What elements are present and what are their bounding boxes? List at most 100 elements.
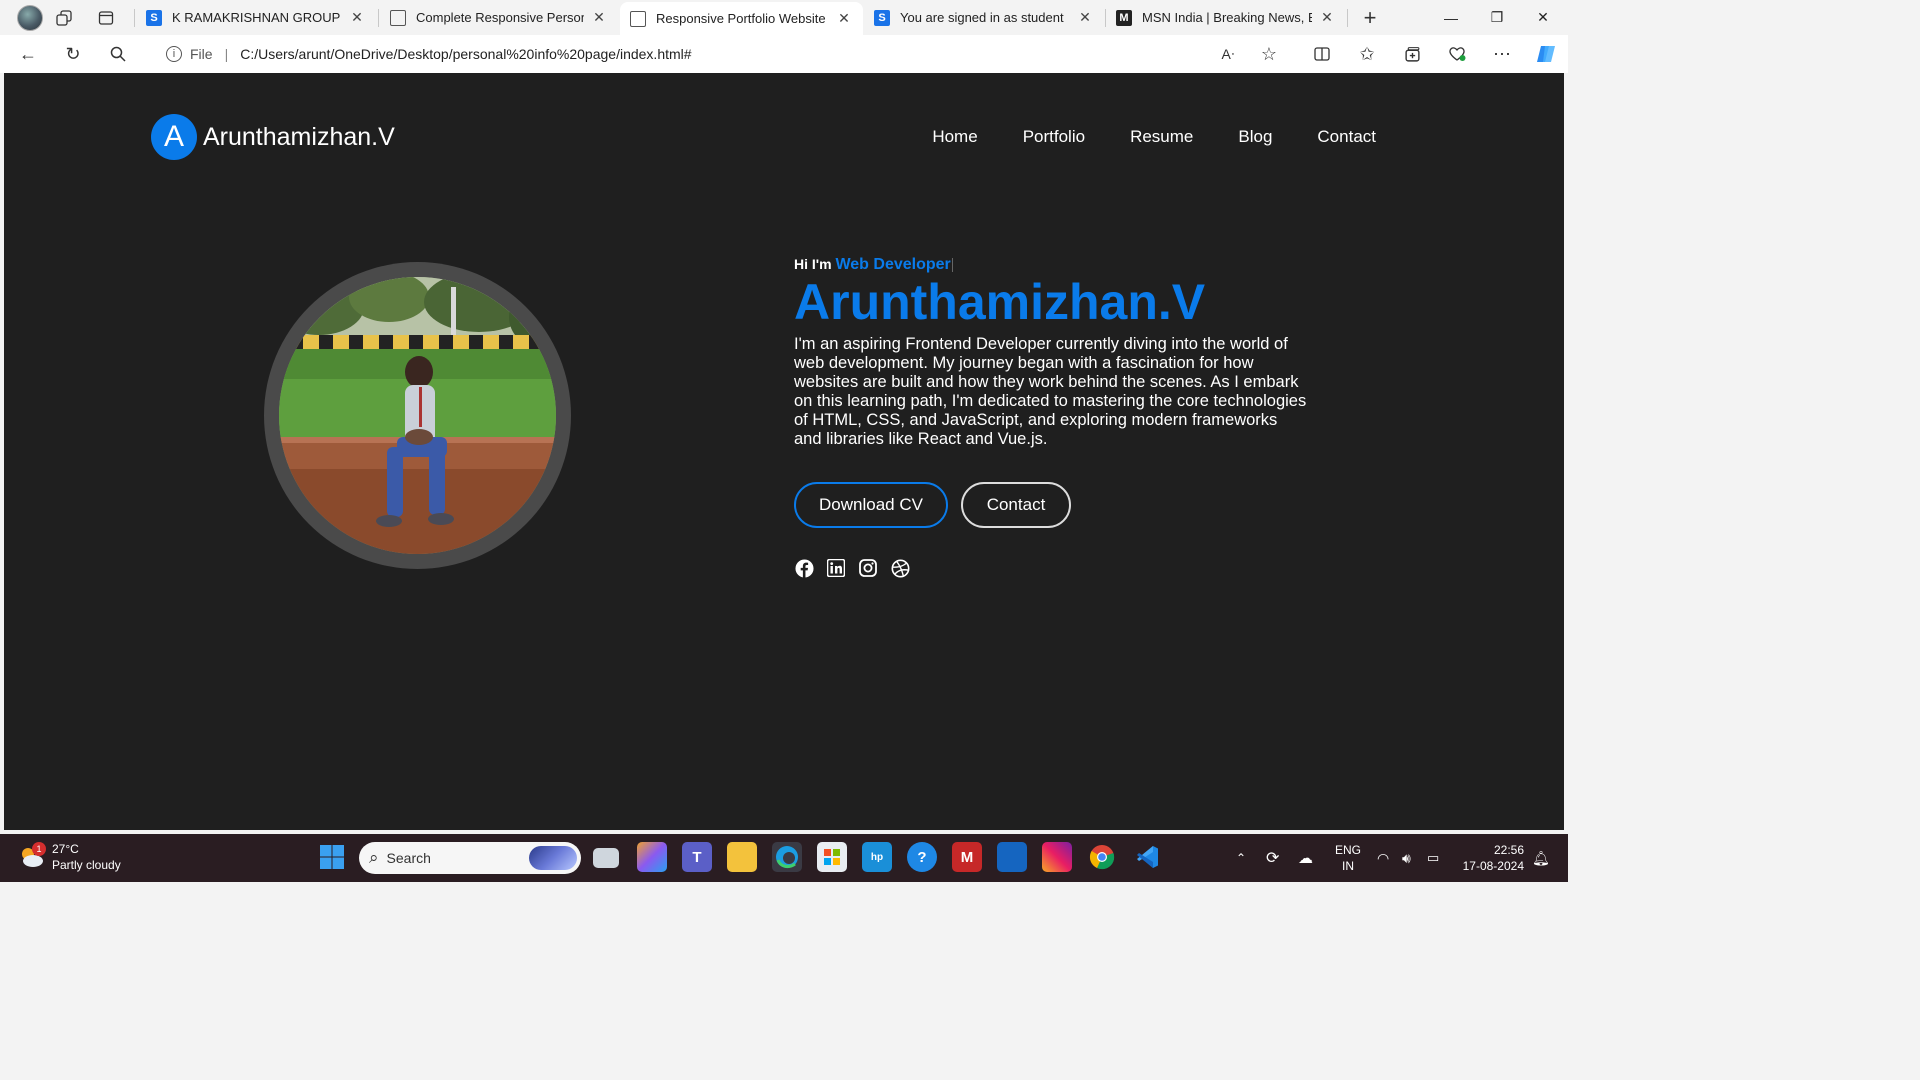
tab-portfolio-design[interactable]: Responsive Portfolio Website Design ✕ xyxy=(620,2,863,35)
address-bar[interactable]: i File | C:/Users/arunt/OneDrive/Desktop… xyxy=(148,39,1300,69)
volume-icon[interactable]: 🔊︎ xyxy=(1402,834,1411,882)
nav-blog[interactable]: Blog xyxy=(1238,127,1272,147)
system-clock[interactable]: 22:56 17-08-2024 xyxy=(1463,842,1524,874)
browser-tab-strip: S K RAMAKRISHNAN GROUP OF INSTITUTIONS ✕… xyxy=(0,0,1568,35)
greeting-text: Hi I'm xyxy=(794,256,832,272)
refresh-button[interactable]: ↻ xyxy=(59,42,87,66)
notification-app-icon[interactable] xyxy=(997,842,1027,872)
contact-button[interactable]: Contact xyxy=(961,482,1071,528)
main-nav: Home Portfolio Resume Blog Contact xyxy=(887,127,1376,147)
chrome-icon[interactable] xyxy=(1087,842,1117,872)
more-icon: ⋯ xyxy=(1493,43,1511,64)
facebook-icon[interactable] xyxy=(794,558,814,578)
typing-caret xyxy=(951,258,953,273)
settings-more-button[interactable]: ⋯ xyxy=(1488,42,1516,66)
browser-essentials-button[interactable] xyxy=(1443,42,1471,66)
notification-bell-icon[interactable]: 🔔︎ xyxy=(1532,834,1550,882)
windows-taskbar: 1 27°C Partly cloudy ⌕ Search T hp ? M ⌃… xyxy=(0,834,1568,882)
dribbble-icon[interactable] xyxy=(890,558,910,578)
close-tab-icon[interactable]: ✕ xyxy=(590,9,608,26)
close-tab-icon[interactable]: ✕ xyxy=(835,10,853,27)
tab-kr-group[interactable]: S K RAMAKRISHNAN GROUP OF INSTITUTIONS ✕ xyxy=(136,2,376,33)
tab-title: Complete Responsive Personal Portfolio xyxy=(416,10,584,25)
favorites-button[interactable]: ✩ xyxy=(1353,42,1381,66)
site-info-icon[interactable]: i xyxy=(166,46,182,62)
tab-signed-in[interactable]: S You are signed in as student ✕ xyxy=(864,2,1104,33)
s-logo-icon: S xyxy=(874,9,890,26)
vertical-tabs-button[interactable] xyxy=(84,0,128,35)
nav-resume[interactable]: Resume xyxy=(1130,127,1193,147)
chevron-up-icon: ⌃ xyxy=(1236,851,1247,865)
read-aloud-button[interactable]: Aᐧ xyxy=(1214,42,1242,66)
copilot-taskbar-icon[interactable] xyxy=(637,842,667,872)
linkedin-icon[interactable] xyxy=(826,558,846,578)
instagram-icon[interactable] xyxy=(858,558,878,578)
get-help-icon[interactable]: ? xyxy=(907,842,937,872)
mcafee-icon[interactable]: M xyxy=(952,842,982,872)
weather-alert-badge: 1 xyxy=(32,842,46,856)
search-icon: ⌕ xyxy=(369,848,379,867)
page-viewport: A Arunthamizhan.V Home Portfolio Resume … xyxy=(4,73,1564,830)
nav-contact[interactable]: Contact xyxy=(1317,127,1376,147)
sync-icon[interactable]: ⟳ xyxy=(1266,834,1279,882)
s-logo-icon: S xyxy=(146,9,162,26)
close-tab-icon[interactable]: ✕ xyxy=(1076,9,1094,26)
edge-icon[interactable] xyxy=(772,842,802,872)
weather-temperature: 27°C xyxy=(52,842,79,856)
split-screen-button[interactable] xyxy=(1308,42,1336,66)
close-tab-icon[interactable]: ✕ xyxy=(1318,9,1336,26)
split-screen-icon xyxy=(1314,47,1330,61)
start-button[interactable] xyxy=(317,842,347,872)
copilot-button[interactable] xyxy=(1532,42,1560,66)
back-button[interactable]: ← xyxy=(14,42,42,66)
file-explorer-icon[interactable] xyxy=(727,842,757,872)
battery-icon[interactable]: ▭ xyxy=(1427,834,1439,882)
hero-section: Hi I'm Web Developer Arunthamizhan.V I'm… xyxy=(794,256,1314,578)
restore-button[interactable]: ❐ xyxy=(1474,0,1520,35)
tab-msn[interactable]: M MSN India | Breaking News, Entertainme… xyxy=(1106,2,1346,33)
nav-home[interactable]: Home xyxy=(932,127,977,147)
url-scheme-label: File xyxy=(190,46,213,62)
download-cv-button[interactable]: Download CV xyxy=(794,482,948,528)
show-hidden-icons[interactable]: ⌃ xyxy=(1236,834,1246,882)
taskbar-search[interactable]: ⌕ Search xyxy=(359,842,581,874)
typed-role: Web Developer xyxy=(835,256,951,273)
clock-date: 17-08-2024 xyxy=(1462,859,1524,873)
new-tab-button[interactable]: + xyxy=(1348,0,1392,35)
tab-title: MSN India | Breaking News, Entertainment xyxy=(1142,10,1312,25)
task-view-icon[interactable] xyxy=(593,848,619,868)
teams-icon[interactable]: T xyxy=(682,842,712,872)
weather-widget[interactable]: 1 27°C Partly cloudy xyxy=(18,841,121,873)
vscode-icon[interactable] xyxy=(1132,842,1162,872)
search-icon xyxy=(110,46,126,62)
close-window-button[interactable]: ✕ xyxy=(1520,0,1566,35)
profile-avatar-icon xyxy=(17,4,43,31)
minimize-icon: — xyxy=(1444,9,1458,26)
read-aloud-icon: Aᐧ xyxy=(1221,45,1235,62)
input-language[interactable]: ENG IN xyxy=(1335,842,1361,874)
close-tab-icon[interactable]: ✕ xyxy=(348,9,366,26)
collections-button[interactable] xyxy=(1398,42,1426,66)
clock-time: 22:56 xyxy=(1493,843,1524,857)
nav-portfolio[interactable]: Portfolio xyxy=(1023,127,1085,147)
minimize-button[interactable]: — xyxy=(1428,0,1474,35)
wifi-icon[interactable]: ◠ xyxy=(1377,834,1389,882)
favorite-button[interactable]: ☆ xyxy=(1255,42,1283,66)
profile-photo-frame xyxy=(264,262,571,569)
url-text[interactable]: C:/Users/arunt/OneDrive/Desktop/personal… xyxy=(240,46,691,62)
onedrive-icon[interactable]: ☁ xyxy=(1298,834,1313,882)
star-icon: ☆ xyxy=(1260,43,1278,64)
collections-icon xyxy=(1404,46,1420,62)
workspaces-button[interactable] xyxy=(42,0,86,35)
workspaces-icon xyxy=(56,9,72,26)
tab-complete-portfolio[interactable]: Complete Responsive Personal Portfolio ✕ xyxy=(380,2,618,33)
taskbar-search-placeholder: Search xyxy=(386,850,431,866)
language-code: ENG xyxy=(1335,843,1362,857)
instagram-app-icon[interactable] xyxy=(1042,842,1072,872)
microsoft-store-icon[interactable] xyxy=(817,842,847,872)
search-page-button[interactable] xyxy=(104,42,132,66)
site-logo[interactable]: A Arunthamizhan.V xyxy=(151,114,395,160)
heart-pulse-icon xyxy=(1449,47,1466,61)
myhp-icon[interactable]: hp xyxy=(862,842,892,872)
profile-photo xyxy=(279,277,556,554)
